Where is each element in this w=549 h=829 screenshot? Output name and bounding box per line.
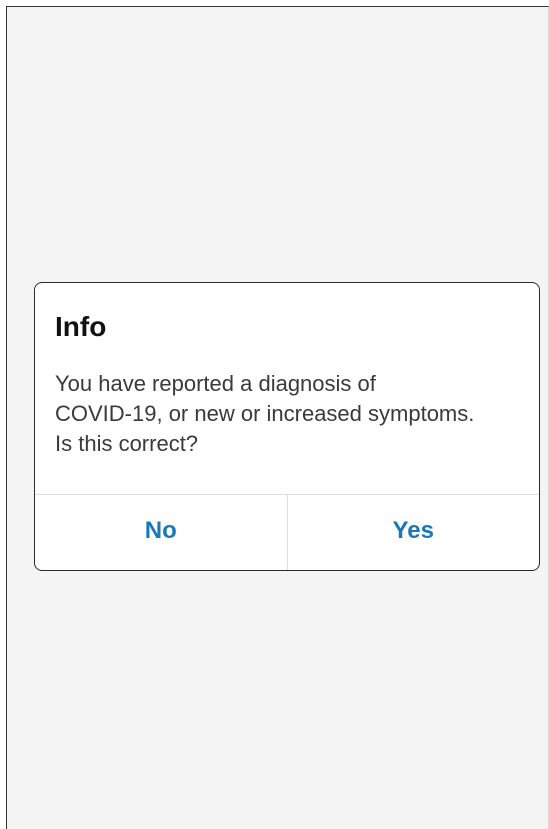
info-dialog: Info You have reported a diagnosis of CO…	[34, 282, 540, 571]
no-button[interactable]: No	[35, 495, 287, 570]
dialog-message-line: Is this correct?	[55, 431, 199, 456]
dialog-message: You have reported a diagnosis of COVID-1…	[55, 369, 525, 459]
yes-button[interactable]: Yes	[286, 495, 540, 570]
dialog-message-line: You have reported a diagnosis of	[55, 371, 376, 396]
dialog-title: Info	[55, 311, 107, 342]
dialog-message-line: COVID-19, or new or increased symptoms.	[55, 401, 475, 426]
dialog-actions: No Yes	[35, 495, 539, 570]
app-screen: Info You have reported a diagnosis of CO…	[6, 6, 549, 829]
